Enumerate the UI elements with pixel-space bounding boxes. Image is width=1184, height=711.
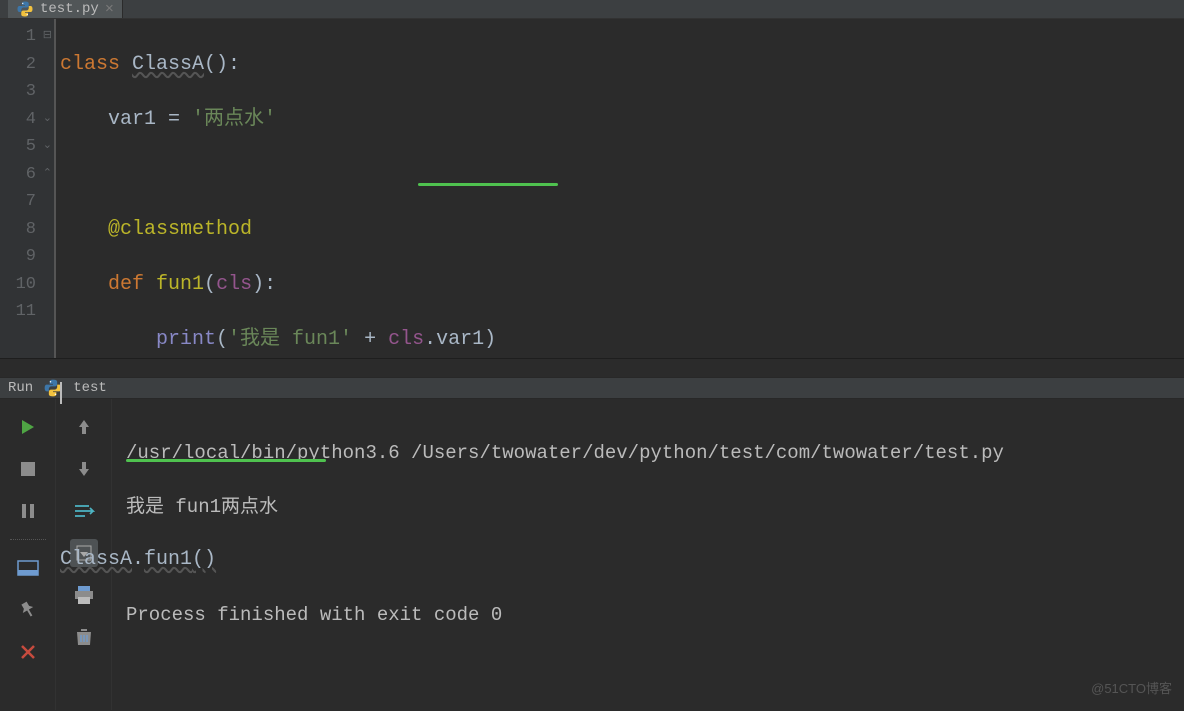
line-number: 7 bbox=[0, 188, 36, 216]
python-file-icon bbox=[16, 0, 34, 18]
editor-tab-bar: test.py × bbox=[0, 0, 1184, 19]
output-exit-status: Process finished with exit code 0 bbox=[126, 602, 1178, 629]
rerun-button[interactable] bbox=[14, 413, 42, 441]
run-label: Run bbox=[8, 380, 33, 396]
editor-area: 1 2 3 4 5 6 7 8 9 10 11 ⊟⌄⌄⌃ class Class… bbox=[0, 19, 1184, 359]
output-line: 我是 fun1两点水 bbox=[126, 494, 1178, 521]
pause-button[interactable] bbox=[14, 497, 42, 525]
close-run-button[interactable] bbox=[14, 638, 42, 666]
line-number: 5 bbox=[0, 133, 36, 161]
stop-button[interactable] bbox=[14, 455, 42, 483]
watermark: @51CTO博客 bbox=[1091, 678, 1172, 697]
line-number: 6 bbox=[0, 161, 36, 189]
run-output[interactable]: /usr/local/bin/python3.6 /Users/twowater… bbox=[112, 399, 1184, 710]
line-number: 4 bbox=[0, 106, 36, 134]
line-number: 9 bbox=[0, 243, 36, 271]
pin-button[interactable] bbox=[14, 596, 42, 624]
line-number: 1 bbox=[0, 23, 36, 51]
file-tab[interactable]: test.py × bbox=[8, 0, 123, 18]
highlight-underline bbox=[126, 459, 326, 462]
run-toolbar-left bbox=[0, 399, 56, 710]
editor-caret bbox=[60, 382, 62, 404]
line-number-gutter: 1 2 3 4 5 6 7 8 9 10 11 ⊟⌄⌄⌃ bbox=[0, 19, 54, 358]
code-editor[interactable]: class ClassA(): var1 = '两点水' @classmetho… bbox=[54, 19, 1184, 358]
run-toolwindow-body: /usr/local/bin/python3.6 /Users/twowater… bbox=[0, 399, 1184, 710]
line-number: 10 bbox=[0, 271, 36, 299]
line-number: 2 bbox=[0, 51, 36, 79]
output-command: /usr/local/bin/python3.6 /Users/twowater… bbox=[126, 440, 1178, 467]
file-tab-label: test.py bbox=[40, 1, 99, 17]
line-number: 8 bbox=[0, 216, 36, 244]
line-number: 3 bbox=[0, 78, 36, 106]
highlight-underline bbox=[418, 183, 558, 186]
close-tab-icon[interactable]: × bbox=[105, 1, 114, 18]
line-number: 11 bbox=[0, 298, 36, 326]
layout-settings-button[interactable] bbox=[14, 554, 42, 582]
